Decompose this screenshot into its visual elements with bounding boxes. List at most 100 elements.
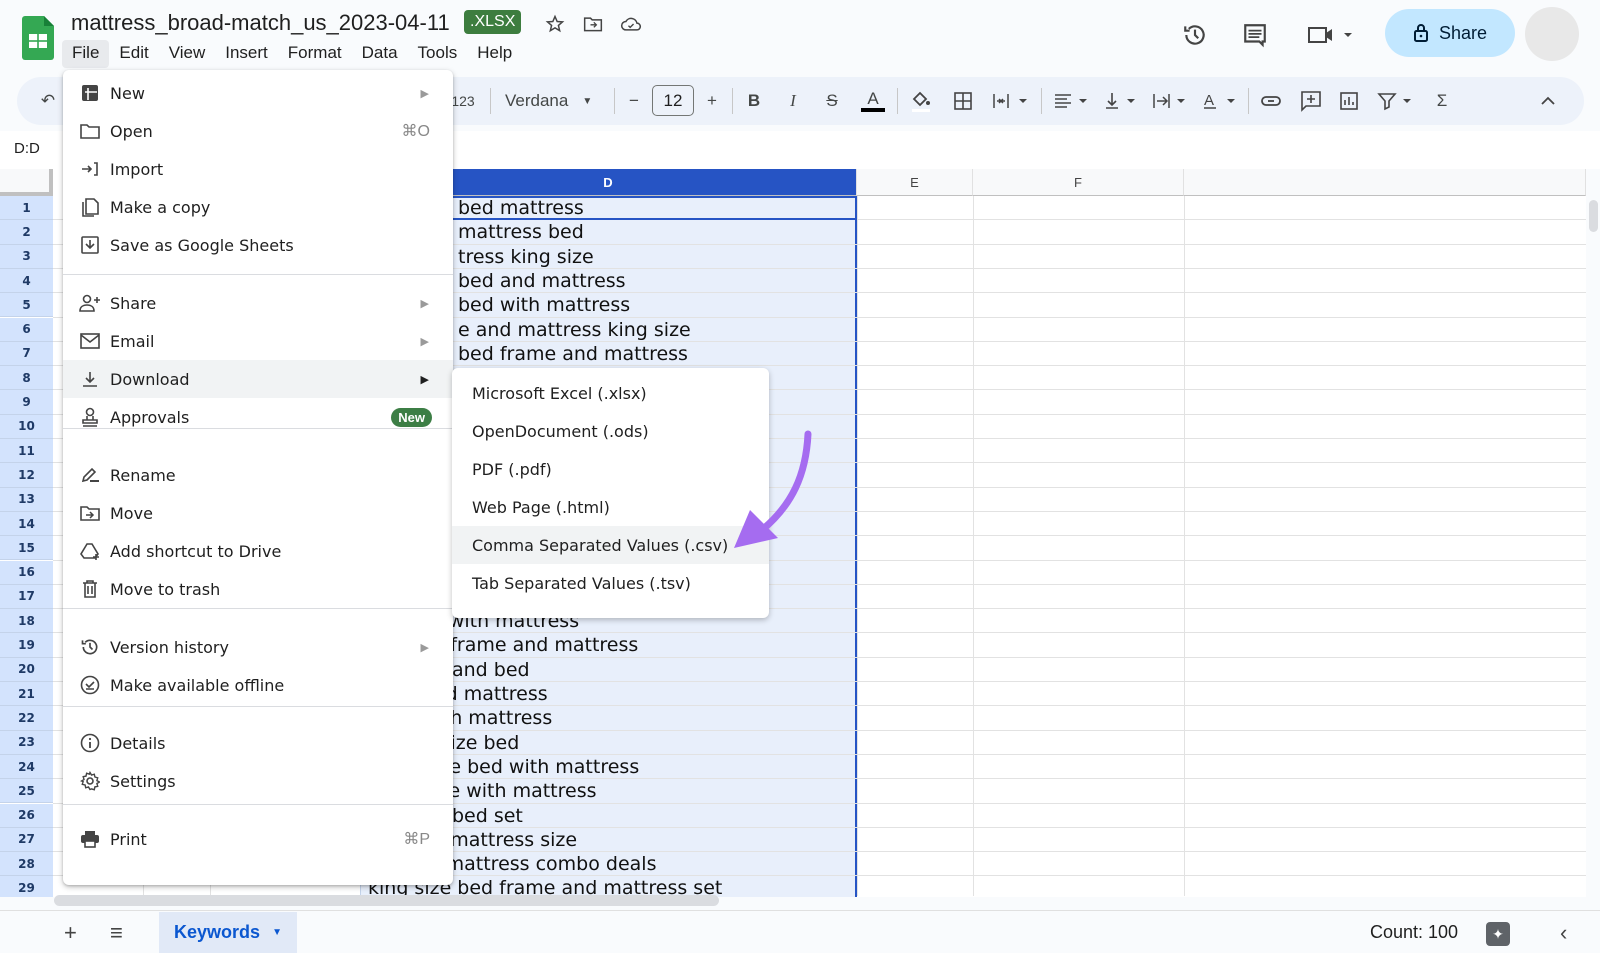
row-header[interactable]: 18 <box>0 609 53 634</box>
increase-font-size-button[interactable]: + <box>702 86 722 116</box>
file-menu-item-move-to-trash[interactable]: Move to trash <box>63 570 453 608</box>
row-header[interactable]: 29 <box>0 876 53 897</box>
file-menu-item-move[interactable]: Move <box>63 494 453 532</box>
download-option-csv[interactable]: Comma Separated Values (.csv) <box>452 526 769 564</box>
vertical-align-icon[interactable] <box>1102 86 1142 116</box>
column-header-g[interactable] <box>1184 169 1586 196</box>
row-header[interactable]: 3 <box>0 244 53 269</box>
row-header[interactable]: 26 <box>0 803 53 828</box>
menu-help[interactable]: Help <box>467 40 522 68</box>
row-header[interactable]: 8 <box>0 366 53 391</box>
file-menu-item-make-a-copy[interactable]: Make a copy <box>63 188 453 226</box>
font-family-select[interactable]: Verdana ▼ <box>505 86 605 116</box>
functions-icon[interactable]: Σ <box>1432 86 1452 116</box>
italic-icon[interactable]: I <box>783 86 803 116</box>
explore-icon[interactable]: ✦ <box>1486 922 1510 946</box>
download-option-ods[interactable]: OpenDocument (.ods) <box>452 412 769 450</box>
sheet-tab-keywords[interactable]: Keywords ▼ <box>159 912 297 953</box>
number-format-button[interactable]: 123 <box>450 86 476 116</box>
share-button[interactable]: Share <box>1385 9 1515 57</box>
horizontal-align-icon[interactable] <box>1052 86 1092 116</box>
menu-insert[interactable]: Insert <box>215 40 278 68</box>
insert-link-icon[interactable] <box>1258 86 1284 116</box>
row-header[interactable]: 7 <box>0 341 53 367</box>
row-header[interactable]: 12 <box>0 463 53 488</box>
selection-count[interactable]: Count: 100 <box>1370 922 1458 943</box>
comments-icon[interactable] <box>1240 20 1270 50</box>
fill-color-icon[interactable] <box>908 86 934 116</box>
row-header[interactable]: 15 <box>0 536 53 561</box>
file-menu-item-save-as-google-sheets[interactable]: Save as Google Sheets <box>63 226 453 264</box>
row-header[interactable]: 28 <box>0 852 53 877</box>
bold-icon[interactable]: B <box>744 86 764 116</box>
version-history-icon[interactable] <box>1180 20 1210 50</box>
row-header[interactable]: 19 <box>0 633 53 658</box>
file-menu-item-import[interactable]: Import <box>63 150 453 188</box>
meet-camera-icon[interactable] <box>1305 20 1355 50</box>
row-header[interactable]: 20 <box>0 657 53 682</box>
horizontal-scrollbar[interactable] <box>54 895 719 906</box>
row-header[interactable]: 14 <box>0 511 53 537</box>
row-header[interactable]: 25 <box>0 779 53 804</box>
vertical-scrollbar[interactable] <box>1589 200 1598 232</box>
row-header[interactable]: 21 <box>0 682 53 707</box>
row-header[interactable]: 17 <box>0 584 53 610</box>
file-menu-item-add-shortcut-to-drive[interactable]: Add shortcut to Drive <box>63 532 453 570</box>
file-menu-item-make-available-offline[interactable]: Make available offline <box>63 666 453 704</box>
download-option-xlsx[interactable]: Microsoft Excel (.xlsx) <box>452 374 769 412</box>
row-header[interactable]: 27 <box>0 827 53 853</box>
row-header[interactable]: 1 <box>0 196 53 221</box>
file-menu-item-share[interactable]: Share ▶ <box>63 284 453 322</box>
cell-d2[interactable]: mattress bed <box>458 220 584 244</box>
file-menu-item-settings[interactable]: Settings <box>63 762 453 800</box>
row-header[interactable]: 4 <box>0 268 53 294</box>
collapse-toolbar-icon[interactable] <box>1536 86 1560 116</box>
row-header[interactable]: 16 <box>0 560 53 585</box>
add-sheet-button[interactable]: + <box>64 920 77 946</box>
row-header[interactable]: 23 <box>0 730 53 755</box>
text-wrapping-icon[interactable] <box>1150 86 1190 116</box>
file-menu-item-open[interactable]: Open ⌘O <box>63 112 453 150</box>
row-header[interactable]: 6 <box>0 317 53 342</box>
strikethrough-icon[interactable]: S <box>822 86 842 116</box>
all-sheets-button[interactable]: ≡ <box>110 920 123 946</box>
decrease-font-size-button[interactable]: − <box>624 86 644 116</box>
undo-icon[interactable]: ↶ <box>36 86 60 116</box>
menu-tools[interactable]: Tools <box>408 40 468 68</box>
row-header[interactable]: 5 <box>0 293 53 318</box>
column-header-f[interactable]: F <box>973 169 1184 196</box>
download-option-tsv[interactable]: Tab Separated Values (.tsv) <box>452 564 769 602</box>
file-menu-item-rename[interactable]: Rename <box>63 456 453 494</box>
menu-data[interactable]: Data <box>352 40 408 68</box>
font-size-input[interactable]: 12 <box>652 85 694 116</box>
column-header-e[interactable]: E <box>857 169 973 196</box>
file-menu-item-version-history[interactable]: Version history ▶ <box>63 628 453 666</box>
row-header[interactable]: 10 <box>0 414 53 439</box>
chevron-down-icon[interactable]: ▼ <box>272 927 282 938</box>
download-option-pdf[interactable]: PDF (.pdf) <box>452 450 769 488</box>
cell-d7[interactable]: bed frame and mattress <box>458 342 688 366</box>
row-header[interactable]: 22 <box>0 706 53 731</box>
move-folder-icon[interactable] <box>581 12 605 36</box>
file-menu-item-email[interactable]: Email ▶ <box>63 322 453 360</box>
row-header[interactable]: 9 <box>0 390 53 415</box>
menu-edit[interactable]: Edit <box>109 40 158 68</box>
text-color-icon[interactable]: A <box>860 86 886 116</box>
sheets-logo[interactable] <box>22 16 54 60</box>
collapse-side-panel-icon[interactable]: ‹ <box>1560 920 1567 946</box>
file-menu-item-approvals[interactable]: Approvals New <box>63 398 453 436</box>
file-menu-item-download[interactable]: Download ▶ <box>63 360 453 398</box>
account-avatar[interactable] <box>1525 7 1579 61</box>
star-icon[interactable] <box>543 12 567 36</box>
cell-d5[interactable]: bed with mattress <box>458 293 630 317</box>
file-menu-item-new[interactable]: New ▶ <box>63 74 453 112</box>
row-header[interactable]: 2 <box>0 220 53 245</box>
borders-icon[interactable] <box>950 86 976 116</box>
filter-icon[interactable] <box>1375 86 1419 116</box>
cell-d6[interactable]: e and mattress king size <box>458 318 691 342</box>
file-menu-item-details[interactable]: Details <box>63 724 453 762</box>
cell-d3[interactable]: tress king size <box>458 245 594 269</box>
insert-comment-icon[interactable] <box>1298 86 1324 116</box>
menu-view[interactable]: View <box>159 40 216 68</box>
select-all-corner[interactable] <box>0 169 53 196</box>
